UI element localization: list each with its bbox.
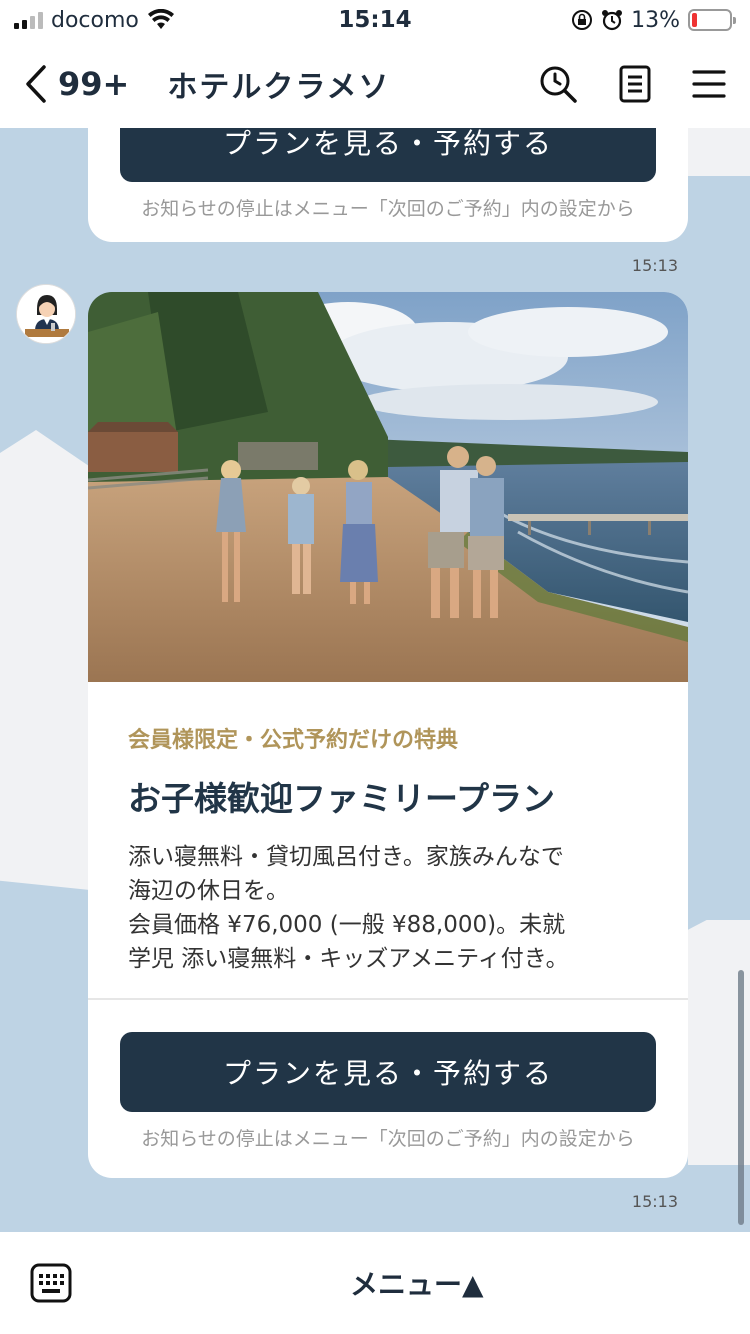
avatar[interactable] <box>16 284 76 344</box>
description-line: 学児 添い寝無料・キッズアメニティ付き。 <box>128 946 569 972</box>
chevron-left-icon <box>26 65 46 103</box>
notification-note: お知らせの停止はメニュー「次回のご予約」内の設定から <box>141 1128 635 1150</box>
search-history-icon[interactable] <box>538 64 578 104</box>
notification-note: お知らせの停止はメニュー「次回のご予約」内の設定から <box>141 198 635 220</box>
carrier-name: docomo <box>51 7 139 33</box>
message-time: 15:13 <box>631 256 678 275</box>
description-line: 会員価格 ¥76,000 (一般 ¥88,000)。未就 <box>128 912 566 938</box>
card-text: 会員様限定・公式予約だけの特典 お子様歓迎ファミリープラン 添い寝無料・貸切風呂… <box>88 682 688 976</box>
signal-icon <box>14 11 43 29</box>
notes-icon[interactable] <box>618 64 652 104</box>
back-button[interactable]: 99+ <box>24 64 129 104</box>
menu-toggle-button[interactable]: メニュー▲ <box>350 1263 484 1303</box>
hotel-staff-avatar-icon <box>17 285 75 343</box>
status-bar: docomo 15:14 13% <box>0 0 750 40</box>
message-bubble: プランを見る・予約する お知らせの停止はメニュー「次回のご予約」内の設定から <box>88 128 688 242</box>
bottom-bar: メニュー▲ <box>0 1232 750 1334</box>
chat-header: 99+ ホテルクラメソ <box>0 40 750 128</box>
description-line: 海辺の休日を。 <box>128 878 289 904</box>
plan-card: 会員様限定・公式予約だけの特典 お子様歓迎ファミリープラン 添い寝無料・貸切風呂… <box>88 292 688 1178</box>
keyboard-icon[interactable] <box>30 1263 72 1303</box>
clock: 15:14 <box>338 7 412 33</box>
chat-area[interactable]: プランを見る・予約する お知らせの停止はメニュー「次回のご予約」内の設定から 1… <box>0 128 750 1232</box>
card-description: 添い寝無料・貸切風呂付き。家族みんなで 海辺の休日を。 会員価格 ¥76,000… <box>128 840 648 976</box>
message-time: 15:13 <box>631 1192 678 1211</box>
unread-count: 99+ <box>58 65 130 103</box>
hamburger-menu-icon[interactable] <box>692 69 726 99</box>
view-plan-reserve-button[interactable]: プランを見る・予約する <box>120 128 656 182</box>
view-plan-reserve-button[interactable]: プランを見る・予約する <box>120 1032 656 1112</box>
family-beach-photo[interactable] <box>88 292 688 682</box>
chat-title: ホテルクラメソ <box>167 70 391 105</box>
rotation-lock-icon <box>572 10 593 30</box>
battery-icon <box>688 9 736 31</box>
menu-label: メニュー▲ <box>350 1268 484 1301</box>
wifi-icon <box>147 9 174 29</box>
divider <box>88 998 688 1000</box>
battery-percent: 13% <box>631 7 680 33</box>
alarm-icon <box>602 10 623 31</box>
description-line: 添い寝無料・貸切風呂付き。家族みんなで <box>128 844 564 870</box>
card-title: お子様歓迎ファミリープラン <box>128 779 556 818</box>
card-label: 会員様限定・公式予約だけの特典 <box>128 728 459 753</box>
scrollbar[interactable] <box>738 970 744 1225</box>
